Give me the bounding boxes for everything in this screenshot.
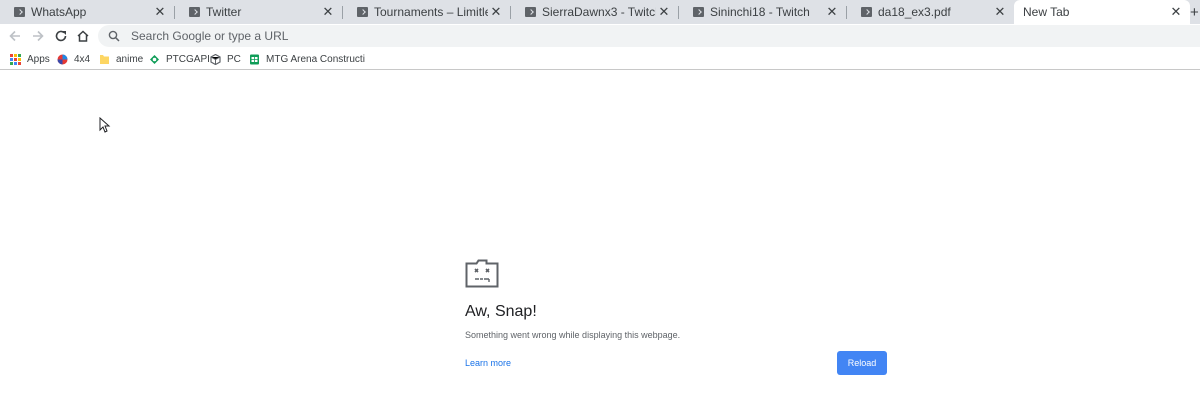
back-button[interactable] bbox=[5, 26, 25, 46]
toolbar bbox=[0, 24, 1200, 48]
error-message: Something went wrong while displaying th… bbox=[465, 330, 681, 340]
bookmark-label: 4x4 bbox=[74, 53, 91, 65]
reload-button[interactable]: Reload bbox=[837, 351, 887, 375]
folder-favicon-icon bbox=[357, 7, 368, 17]
tab-title: New Tab bbox=[1023, 5, 1070, 19]
bookmark-label: PC bbox=[227, 53, 241, 65]
tab-close-icon[interactable]: ✕ bbox=[152, 4, 168, 20]
ptcgapi-site-icon bbox=[150, 54, 159, 64]
forward-arrow-icon bbox=[33, 30, 44, 42]
tab-tournaments-limitless[interactable]: Tournaments – Limitless ✕ bbox=[343, 0, 510, 24]
tab-title: Tournaments – Limitless bbox=[374, 5, 488, 19]
bookmark-label: Apps bbox=[27, 53, 50, 65]
bookmark-ptcgapi[interactable]: PTCGAPI bbox=[149, 50, 210, 68]
reload-icon bbox=[55, 30, 67, 42]
tab-title: Twitter bbox=[206, 5, 242, 19]
tab-twitter[interactable]: Twitter ✕ bbox=[175, 0, 342, 24]
reload-page-button[interactable] bbox=[51, 26, 71, 46]
bookmarks-bar: Apps 4x4 anime PTCGAPI PC MTG Arena Cons… bbox=[0, 48, 1200, 70]
bookmark-apps[interactable]: Apps bbox=[10, 50, 50, 68]
tab-new-tab[interactable]: New Tab ✕ bbox=[1014, 0, 1190, 24]
tab-title: da18_ex3.pdf bbox=[878, 5, 951, 19]
tab-close-icon[interactable]: ✕ bbox=[1168, 4, 1184, 20]
learn-more-link[interactable]: Learn more bbox=[465, 358, 511, 368]
tab-close-icon[interactable]: ✕ bbox=[320, 4, 336, 20]
4x4-site-icon bbox=[57, 54, 68, 64]
sheets-icon bbox=[250, 54, 259, 64]
tab-close-icon[interactable]: ✕ bbox=[824, 4, 840, 20]
bookmark-label: MTG Arena Constructi bbox=[266, 53, 365, 65]
bookmark-mtg-arena[interactable]: MTG Arena Constructi bbox=[249, 50, 365, 68]
pc-site-icon bbox=[210, 53, 221, 65]
home-icon bbox=[77, 30, 89, 42]
sad-tab-icon bbox=[465, 259, 499, 288]
tab-whatsapp[interactable]: WhatsApp ✕ bbox=[0, 0, 174, 24]
home-button[interactable] bbox=[73, 26, 93, 46]
page-content: Aw, Snap! Something went wrong while dis… bbox=[0, 71, 1200, 419]
back-arrow-icon bbox=[9, 30, 20, 42]
folder-favicon-icon bbox=[525, 7, 536, 17]
bookmark-anime[interactable]: anime bbox=[99, 50, 143, 68]
mouse-cursor-icon bbox=[99, 117, 111, 133]
bookmark-label: PTCGAPI bbox=[166, 53, 210, 65]
tab-sierradawnx3-twitch[interactable]: SierraDawnx3 - Twitch ✕ bbox=[511, 0, 678, 24]
address-input[interactable] bbox=[131, 29, 731, 43]
folder-favicon-icon bbox=[189, 7, 200, 17]
omnibox[interactable] bbox=[98, 25, 1200, 47]
bookmark-4x4[interactable]: 4x4 bbox=[57, 50, 90, 68]
tab-title: Sininchi18 - Twitch bbox=[710, 5, 810, 19]
tab-close-icon[interactable]: ✕ bbox=[992, 4, 1008, 20]
folder-favicon-icon bbox=[861, 7, 872, 17]
folder-favicon-icon bbox=[693, 7, 704, 17]
tab-close-icon[interactable]: ✕ bbox=[488, 4, 504, 20]
error-heading: Aw, Snap! bbox=[465, 303, 537, 320]
apps-grid-icon bbox=[10, 53, 21, 65]
bookmark-pc[interactable]: PC bbox=[210, 50, 241, 68]
forward-button[interactable] bbox=[28, 26, 48, 46]
new-tab-button[interactable]: + bbox=[1190, 0, 1200, 24]
tab-strip: WhatsApp ✕ Twitter ✕ Tournaments – Limit… bbox=[0, 0, 1200, 24]
tab-title: WhatsApp bbox=[31, 5, 87, 19]
search-icon bbox=[108, 30, 120, 42]
folder-favicon-icon bbox=[14, 7, 25, 17]
tab-da18-pdf[interactable]: da18_ex3.pdf ✕ bbox=[847, 0, 1014, 24]
tab-title: SierraDawnx3 - Twitch bbox=[542, 5, 656, 19]
folder-icon bbox=[100, 54, 109, 64]
bookmark-label: anime bbox=[116, 53, 144, 65]
tab-close-icon[interactable]: ✕ bbox=[656, 4, 672, 20]
tab-sininchi18-twitch[interactable]: Sininchi18 - Twitch ✕ bbox=[679, 0, 846, 24]
